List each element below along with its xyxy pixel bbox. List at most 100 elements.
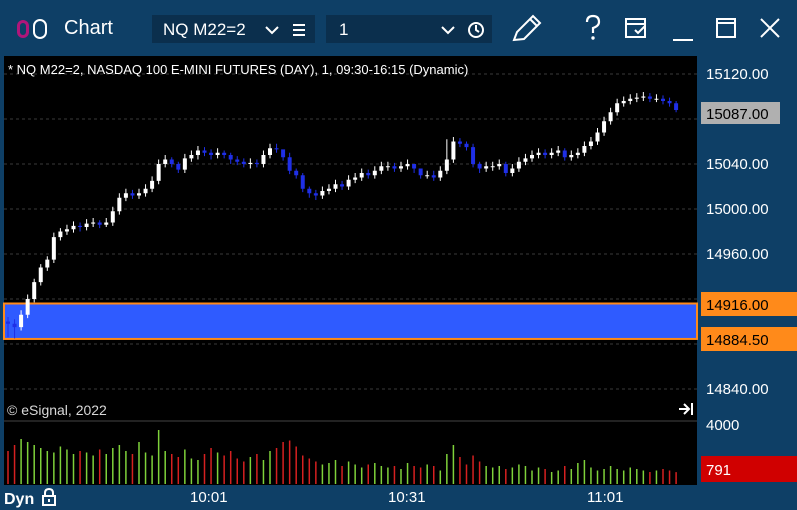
candle-body — [222, 152, 227, 155]
price-tick-label: 15000.00 — [706, 201, 769, 218]
candle-body — [582, 146, 587, 153]
candle-body — [333, 184, 338, 189]
price-tick-label: 15120.00 — [706, 66, 769, 83]
candle-body — [543, 152, 548, 155]
candle-body — [150, 180, 155, 189]
candle-body — [64, 229, 69, 232]
candle-body — [32, 282, 37, 299]
candle-body — [268, 148, 272, 155]
candle-body — [110, 211, 115, 223]
candle-body — [425, 175, 430, 177]
window-title: Chart — [64, 17, 113, 39]
chevron-down-icon[interactable] — [441, 25, 455, 35]
chart-area[interactable]: * NQ M22=2, NASDAQ 100 E-MINI FUTURES (D… — [0, 56, 797, 485]
price-zone-band[interactable] — [3, 302, 698, 340]
candle-body — [215, 152, 220, 155]
minimize-icon[interactable] — [672, 30, 694, 42]
candle-body — [45, 259, 50, 268]
candle-body — [595, 132, 600, 142]
chevron-down-icon[interactable] — [265, 25, 279, 35]
candle-body — [281, 149, 286, 158]
candle-body — [326, 188, 331, 191]
candle-body — [84, 223, 89, 227]
candle-body — [169, 159, 174, 164]
candle-body — [78, 225, 83, 227]
candle-body — [464, 143, 469, 148]
candle-body — [444, 159, 449, 171]
chart-settings-icon[interactable] — [624, 16, 648, 40]
candle-body — [182, 158, 187, 170]
candle-body — [372, 170, 377, 176]
candle-body — [667, 101, 672, 104]
candle-body — [274, 148, 279, 150]
candle-body — [536, 152, 541, 155]
candle-body — [123, 193, 128, 198]
candle-body — [137, 193, 141, 196]
lock-icon[interactable] — [41, 487, 57, 506]
dynamic-mode-toggle[interactable]: Dyn — [4, 487, 57, 509]
candle-body — [503, 164, 508, 173]
candle-body — [228, 155, 233, 160]
candle-body — [431, 175, 436, 178]
candle-body — [569, 155, 574, 158]
candle-body — [163, 159, 168, 164]
candle-body — [366, 173, 371, 176]
candle-body — [346, 179, 351, 187]
last-volume-label: 791 — [706, 462, 731, 479]
chart-header-label: * NQ M22=2, NASDAQ 100 E-MINI FUTURES (D… — [8, 62, 468, 77]
candle-body — [556, 150, 561, 153]
zone-lower-label: 14884.50 — [706, 332, 769, 349]
candle-body — [477, 164, 482, 169]
symbol-value: NQ M22=2 — [163, 20, 246, 39]
clock-icon[interactable] — [467, 21, 485, 39]
candle-body — [405, 164, 410, 167]
candle-body — [438, 170, 443, 178]
candle-body — [385, 166, 390, 168]
candle-body — [451, 141, 456, 160]
candle-body — [340, 184, 345, 187]
candle-body — [58, 231, 63, 238]
interval-selector[interactable]: 1 — [326, 15, 492, 43]
candle-body — [510, 168, 515, 173]
candle-body — [549, 152, 554, 155]
time-label: 11:01 — [587, 489, 624, 506]
help-icon[interactable] — [583, 14, 603, 42]
close-icon[interactable] — [759, 17, 781, 39]
candle-body — [490, 166, 495, 168]
candle-body — [359, 173, 364, 178]
candle-body — [97, 222, 102, 225]
candle-body — [608, 112, 613, 122]
candle-body — [661, 98, 665, 101]
candle-body — [602, 121, 607, 133]
mode-label: Dyn — [4, 491, 35, 508]
candle-body — [91, 222, 96, 224]
candle-body — [156, 164, 161, 181]
candle-body — [209, 152, 214, 155]
candle-body — [241, 161, 246, 164]
candle-body — [195, 150, 200, 155]
candle-body — [12, 323, 17, 328]
candle-body — [71, 225, 76, 230]
candle-body — [25, 299, 30, 315]
candle-body — [457, 141, 462, 144]
candle-body — [621, 101, 626, 104]
list-menu-icon[interactable] — [292, 23, 306, 37]
candle-body — [399, 166, 403, 169]
maximize-icon[interactable] — [715, 17, 737, 39]
symbol-selector[interactable]: NQ M22=2 — [152, 15, 315, 43]
copyright-label: © eSignal, 2022 — [7, 402, 107, 418]
candle-body — [287, 157, 292, 171]
price-tick-label: 15040.00 — [706, 156, 769, 173]
interval-value: 1 — [339, 20, 349, 39]
candle-body — [379, 166, 384, 171]
candle-body — [202, 150, 207, 153]
candle-body — [176, 164, 181, 170]
candle-body — [615, 103, 620, 113]
candle-body — [19, 314, 24, 328]
pencil-draw-icon[interactable] — [510, 12, 544, 44]
candle-body — [261, 155, 266, 164]
candle-body — [353, 177, 358, 180]
candle-body — [307, 188, 312, 194]
candle-body — [530, 155, 534, 159]
candle-body — [628, 98, 633, 101]
